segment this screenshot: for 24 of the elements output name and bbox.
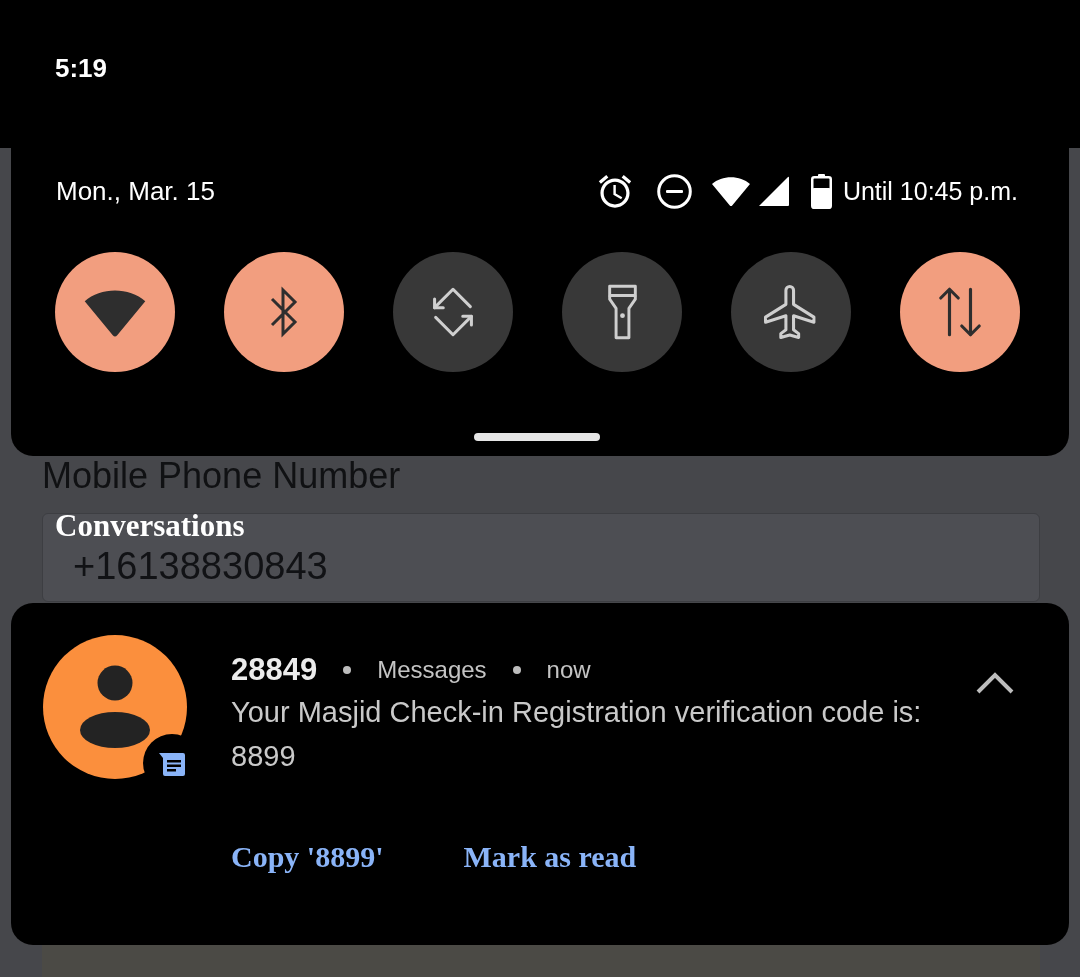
message-badge-icon (158, 752, 186, 777)
cellular-signal-icon (757, 175, 790, 207)
flashlight-icon (605, 284, 639, 340)
bullet-icon (512, 666, 521, 674)
drag-handle[interactable] (474, 433, 600, 441)
battery-status: Until 10:45 p.m. (842, 176, 1018, 207)
person-avatar-icon (43, 635, 187, 779)
message-body: Your Masjid Check-in Registration verification code is: 8899 (231, 695, 923, 774)
do-not-disturb-icon (656, 173, 692, 209)
copy-code-button[interactable]: Copy '8899' (231, 837, 384, 877)
bluetooth-icon (268, 284, 300, 340)
date-label: Mon., Mar. 15 (56, 175, 215, 207)
sender-name: 28849 (231, 651, 318, 689)
field-label: Mobile Phone Number (42, 458, 401, 494)
app-name: Messages (377, 655, 487, 685)
bullet-icon (343, 666, 352, 674)
notification-card[interactable]: 28849 Messages now Your Masjid Check-in Registration verification code is: 8899 Copy '8899' Mark as read (11, 603, 1069, 945)
alarm-icon (597, 173, 632, 209)
mark-as-read-button[interactable]: Mark as read (463, 837, 637, 877)
battery-icon (810, 173, 832, 209)
timestamp: now (546, 655, 591, 685)
status-time: 5:19 (55, 52, 108, 84)
wifi-icon (710, 175, 751, 207)
chevron-up-icon[interactable] (975, 670, 1015, 695)
